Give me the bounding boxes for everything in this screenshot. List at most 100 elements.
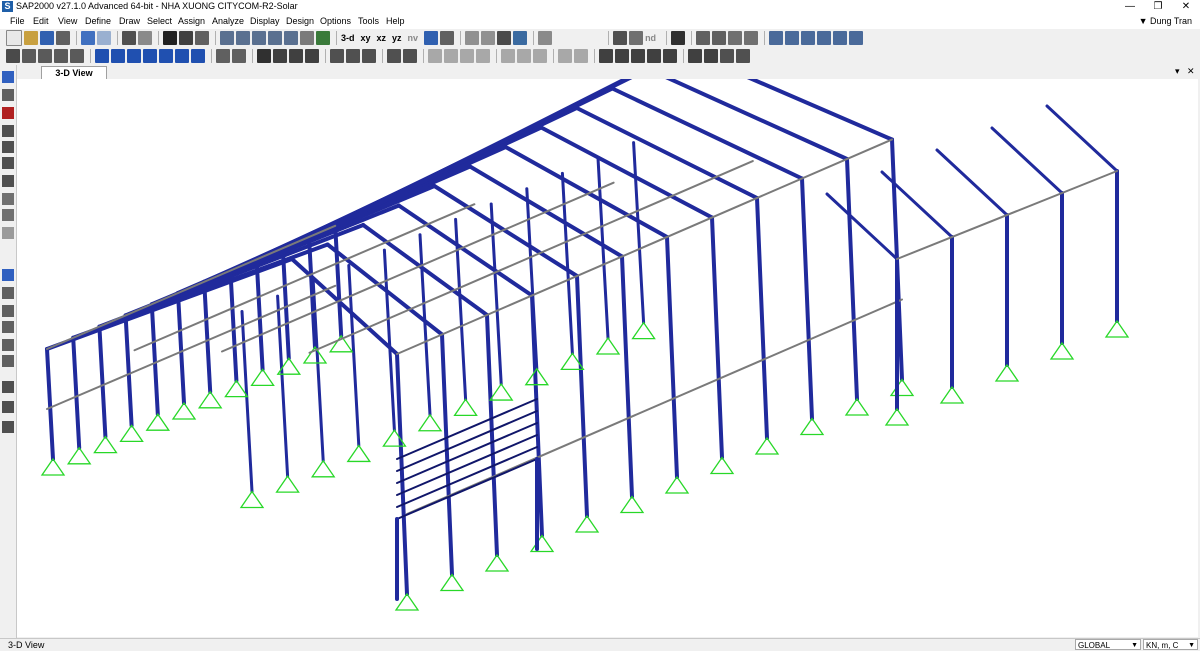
poly-area-icon[interactable]	[2, 193, 14, 205]
extrude-icon[interactable]	[558, 49, 572, 63]
menu-edit[interactable]: Edit	[33, 16, 49, 26]
tab-list-button[interactable]: ▾	[1175, 66, 1180, 77]
menu-design[interactable]: Design	[286, 16, 314, 26]
quick-brace-icon[interactable]	[2, 157, 14, 169]
function-icon[interactable]	[744, 31, 759, 45]
assign-joint-icon[interactable]	[403, 49, 417, 63]
draw-joint-icon[interactable]	[2, 107, 14, 119]
reference-line-icon[interactable]	[631, 49, 645, 63]
show-tables-icon[interactable]	[801, 31, 816, 45]
user-account[interactable]: ▼ Dung Tran	[1139, 16, 1192, 26]
menu-assign[interactable]: Assign	[178, 16, 205, 26]
reshape-icon[interactable]	[2, 89, 14, 101]
check-icon[interactable]	[513, 31, 528, 45]
menu-draw[interactable]: Draw	[119, 16, 140, 26]
show-forces-icon[interactable]	[785, 31, 800, 45]
snap-intersection-icon[interactable]	[2, 305, 14, 317]
close-button[interactable]: ✕	[1172, 0, 1200, 14]
moment-diagram-icon[interactable]	[688, 49, 702, 63]
menu-options[interactable]: Options	[320, 16, 351, 26]
load-pattern-icon[interactable]	[728, 31, 743, 45]
new-model-icon[interactable]	[6, 30, 22, 46]
view-xy-button[interactable]: xy	[361, 33, 371, 43]
pointer-select-icon[interactable]	[2, 71, 14, 83]
snap-points-icon[interactable]	[2, 269, 14, 281]
snap-lines-icon[interactable]	[2, 339, 14, 351]
menu-tools[interactable]: Tools	[358, 16, 379, 26]
redo-icon[interactable]	[97, 31, 111, 45]
draw-poly-area-icon[interactable]	[159, 49, 173, 63]
snap-perpendicular-icon[interactable]	[2, 321, 14, 333]
display-options-icon[interactable]	[387, 49, 401, 63]
draw-line-icon[interactable]	[2, 125, 14, 137]
load-combo-icon[interactable]	[720, 49, 734, 63]
frame-section-icon[interactable]	[696, 31, 711, 45]
zoom-window-icon[interactable]	[220, 31, 234, 45]
select-previous-icon[interactable]	[54, 49, 68, 63]
pan-hand-icon[interactable]	[300, 31, 314, 45]
open-icon[interactable]	[24, 31, 38, 45]
set-display-options-icon[interactable]	[497, 31, 512, 45]
frame-loads-icon[interactable]	[346, 49, 360, 63]
lock-icon[interactable]	[138, 31, 152, 45]
draw-rect-area-icon[interactable]	[175, 49, 189, 63]
minimize-button[interactable]: —	[1116, 0, 1144, 14]
print-icon[interactable]	[56, 31, 70, 45]
draw-frame-icon[interactable]	[95, 49, 109, 63]
quick-area-icon[interactable]	[2, 227, 14, 239]
replicate-icon[interactable]	[501, 49, 515, 63]
tab-close-button[interactable]: ✕	[1187, 66, 1195, 77]
assign-icon[interactable]	[538, 31, 553, 45]
draw-link-icon[interactable]	[232, 49, 246, 63]
refresh-view-icon[interactable]	[195, 31, 209, 45]
rotate-icon[interactable]	[316, 31, 330, 45]
delete-icon[interactable]	[476, 49, 490, 63]
rubber-band-icon[interactable]	[424, 31, 439, 45]
section-designer-icon[interactable]	[428, 49, 442, 63]
run-analysis-icon[interactable]	[163, 31, 177, 45]
menu-file[interactable]: File	[10, 16, 25, 26]
special-joint-icon[interactable]	[647, 49, 661, 63]
model-viewport[interactable]	[17, 79, 1198, 637]
section-cut-icon[interactable]	[615, 49, 629, 63]
area-loads-icon[interactable]	[362, 49, 376, 63]
bridge-icon[interactable]	[849, 31, 864, 45]
nd-button[interactable]: nd	[645, 33, 656, 43]
dimension-icon[interactable]	[599, 49, 613, 63]
zoom-restore-icon[interactable]	[236, 31, 250, 45]
joint-restraint-icon[interactable]	[305, 49, 319, 63]
select-all-left-icon[interactable]	[2, 381, 14, 393]
edit-grid-icon[interactable]	[663, 49, 677, 63]
view-nv-button[interactable]: nv	[408, 33, 419, 43]
curve-icon[interactable]	[704, 49, 718, 63]
draw-quick-frame-icon[interactable]	[111, 49, 125, 63]
frame-shape-icon[interactable]	[613, 31, 628, 45]
draw-secondary-icon[interactable]	[143, 49, 157, 63]
rect-area-icon[interactable]	[2, 209, 14, 221]
zoom-out-icon[interactable]	[268, 31, 282, 45]
frame-releases-icon[interactable]	[629, 31, 644, 45]
select-intersect-icon[interactable]	[22, 49, 36, 63]
draw-solid-icon[interactable]	[216, 49, 230, 63]
clipboard-icon[interactable]	[460, 49, 474, 63]
select-pointer-icon[interactable]	[6, 49, 20, 63]
tendon-icon[interactable]	[289, 49, 303, 63]
draw-brace-icon[interactable]	[127, 49, 141, 63]
i-beam-icon[interactable]	[671, 31, 686, 45]
area-section-icon[interactable]	[712, 31, 727, 45]
menu-help[interactable]: Help	[386, 16, 405, 26]
draw-curved-frame-icon[interactable]	[2, 141, 14, 153]
tab-3d-view[interactable]: 3-D View	[41, 66, 107, 80]
edit-pencil-icon[interactable]	[122, 31, 136, 45]
dead-live-icon[interactable]	[736, 49, 750, 63]
select-filter-icon[interactable]	[2, 421, 14, 433]
units-select[interactable]: KN, m, C ▼	[1143, 639, 1198, 650]
snap-ends-icon[interactable]	[2, 287, 14, 299]
undo-icon[interactable]	[81, 31, 95, 45]
menu-display[interactable]: Display	[250, 16, 280, 26]
view-3d-button[interactable]: 3-d	[341, 33, 355, 43]
perspective-icon[interactable]	[440, 31, 455, 45]
cable-icon[interactable]	[273, 49, 287, 63]
quick-column-icon[interactable]	[2, 175, 14, 187]
design-check-icon[interactable]	[817, 31, 832, 45]
